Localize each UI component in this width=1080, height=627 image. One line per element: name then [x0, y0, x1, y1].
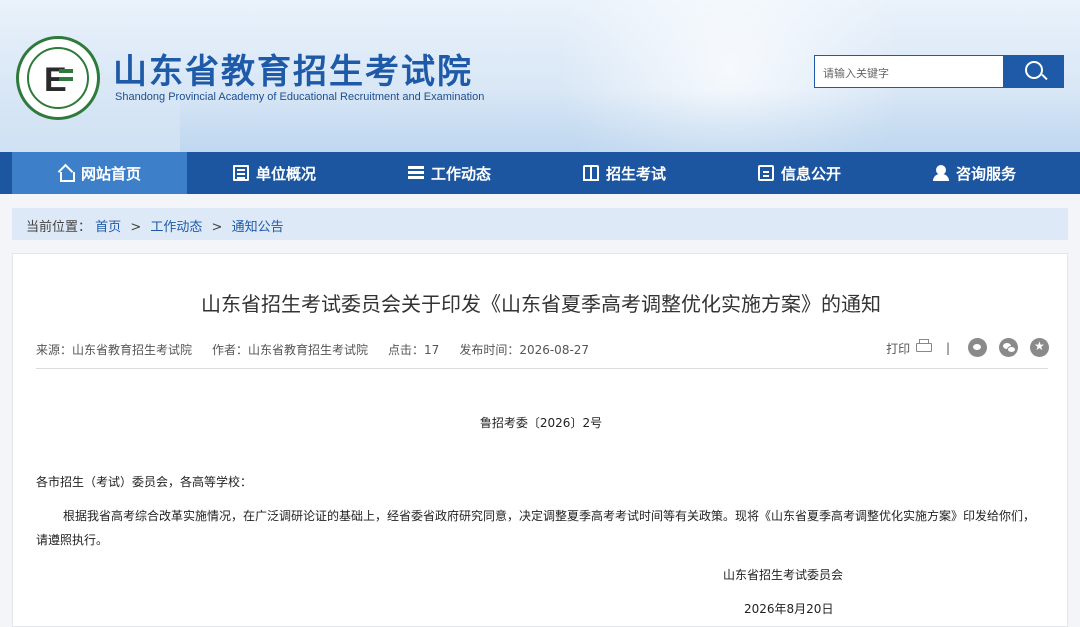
breadcrumb-news-link[interactable]: 工作动态: [150, 220, 202, 235]
search-icon-handle: [1041, 73, 1048, 81]
breadcrumb-notice-link[interactable]: 通知公告: [232, 220, 284, 235]
site-subtitle: Shandong Provincial Academy of Education…: [115, 91, 485, 103]
issuer-signature: 山东省招生考试委员会: [723, 568, 844, 582]
nav-item-exams[interactable]: 招生考试: [537, 152, 712, 194]
nav-item-overview[interactable]: 单位概况: [187, 152, 362, 194]
search-icon: [1025, 61, 1043, 79]
logo-bar: [59, 69, 73, 73]
document-number: 鲁招考委〔2026〕2号: [479, 416, 603, 430]
breadcrumb-separator: >: [211, 220, 223, 235]
article-title: 山东省招生考试委员会关于印发《山东省夏季高考调整优化实施方案》的通知: [201, 292, 881, 316]
body-paragraph: 根据我省高考综合改革实施情况，在广泛调研论证的基础上，经省委省政府研究同意，决定…: [63, 509, 1036, 523]
print-button[interactable]: 打印: [886, 338, 932, 357]
article-panel: 山东省招生考试委员会关于印发《山东省夏季高考调整优化实施方案》的通知 来源：山东…: [12, 253, 1068, 627]
list-icon: [407, 165, 424, 181]
nav-item-service[interactable]: 咨询服务: [887, 152, 1062, 194]
logo-bar: [59, 77, 73, 81]
search-button[interactable]: [1004, 55, 1064, 88]
service-icon: [932, 165, 949, 181]
nav-item-news[interactable]: 工作动态: [362, 152, 537, 194]
site-header: E 山东省教育招生考试院 Shandong Provincial Academy…: [0, 0, 1080, 152]
meta-clicks: 点击：17: [388, 343, 440, 357]
nav-label: 单位概况: [255, 164, 316, 183]
nav-label: 招生考试: [605, 164, 666, 183]
weibo-share-icon[interactable]: [968, 338, 987, 357]
meta-author: 作者：山东省教育招生考试院: [212, 343, 369, 357]
search-input[interactable]: 请输入关键字: [814, 55, 1004, 88]
body-paragraph-continued: 请遵照执行。: [36, 533, 109, 547]
building-icon: [232, 165, 249, 181]
book-icon: [582, 165, 599, 181]
breadcrumb: 当前位置： 首页 > 工作动态 > 通知公告: [12, 208, 1068, 240]
article-meta: 来源：山东省教育招生考试院 作者：山东省教育招生考试院 点击：17 发布时间：2…: [36, 341, 589, 358]
site-title[interactable]: 山东省教育招生考试院: [113, 44, 473, 93]
nav-label: 咨询服务: [955, 164, 1016, 183]
favorite-share-icon[interactable]: [1030, 338, 1049, 357]
tools-divider: |: [945, 340, 950, 355]
breadcrumb-prefix: 当前位置：: [26, 220, 92, 235]
info-icon: [757, 165, 774, 181]
printer-icon: [915, 338, 932, 353]
breadcrumb-separator: >: [130, 220, 142, 235]
article-tools: 打印 |: [886, 338, 1049, 357]
wechat-share-icon[interactable]: [999, 338, 1018, 357]
nav-item-home[interactable]: 网站首页: [12, 152, 187, 194]
meta-source: 来源：山东省教育招生考试院: [36, 343, 193, 357]
nav-label: 信息公开: [780, 164, 841, 183]
academy-logo[interactable]: E: [16, 36, 100, 120]
salutation: 各市招生（考试）委员会，各高等学校：: [36, 475, 253, 489]
nav-label: 工作动态: [430, 164, 491, 183]
nav-label: 网站首页: [80, 164, 141, 183]
home-icon: [58, 165, 75, 182]
meta-divider: [36, 368, 1048, 369]
nav-item-disclosure[interactable]: 信息公开: [712, 152, 887, 194]
print-label: 打印: [886, 341, 911, 356]
main-nav: 网站首页 单位概况 工作动态 招生考试 信息公开 咨询服务: [0, 152, 1080, 194]
breadcrumb-home-link[interactable]: 首页: [95, 220, 121, 235]
issue-date: 2026年8月20日: [744, 602, 834, 616]
meta-published: 发布时间：2026-08-27: [459, 343, 590, 357]
